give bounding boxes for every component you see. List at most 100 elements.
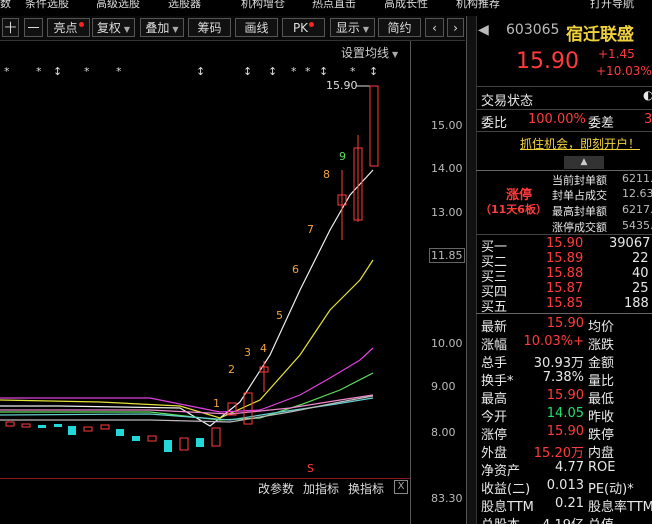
quote-label: 涨幅 [481,338,508,353]
draw-line-button[interactable]: 画线 [235,18,278,37]
quote-label: 金额 [588,356,615,371]
quote-label: 最新 [481,320,508,335]
swap-indicator-button[interactable]: 换指标 [348,480,384,497]
trade-status-label: 交易状态 [481,94,534,109]
quote-value: 15.90 [546,424,584,439]
chevron-left-icon: ‹ [432,21,437,35]
ma-magenta [0,347,374,413]
quote-label: 最高 [481,392,508,407]
close-indicator-button[interactable]: X [394,480,408,494]
chevron-down-icon: ▼ [362,25,370,34]
notification-dot-icon [309,22,315,27]
arrow-icon: ↕ [53,65,62,78]
menu-item[interactable]: 数 [0,0,11,9]
current-price-axis-tag: 11.85 [429,248,465,263]
quote-label: 最低 [588,392,615,407]
concise-button[interactable]: 简约 [378,18,421,37]
moving-averages [0,169,374,427]
menu-item-open-nav[interactable]: 打开导航 [590,0,634,9]
svg-text:3: 3 [244,346,251,359]
change-params-button[interactable]: 改参数 [258,480,294,497]
svg-text:5: 5 [276,309,283,322]
indicator-value: 83.30 [431,492,463,505]
menu-item[interactable]: 条件选股 [25,0,69,9]
svg-text:4: 4 [260,342,267,355]
ma-yellow [0,259,374,419]
star-icon: * [4,65,10,78]
adjust-button[interactable]: 复权 ▼ [92,18,135,37]
menu-item[interactable]: 机构推荐 [456,0,500,9]
add-indicator-button[interactable]: 加指标 [303,480,339,497]
menu-item[interactable]: 热点直击 [312,0,356,9]
quote-label: 量比 [588,374,615,389]
toggle-icon[interactable]: ◐ [643,88,652,102]
chevron-down-icon: ▼ [123,25,131,34]
quote-value: 15.90 [546,388,584,403]
chevron-right-icon: › [453,21,458,35]
limit-up-streak: （11天6板） [480,203,547,216]
wave-labels: 1 2 3 4 5 6 7 8 9 [213,150,346,410]
high-price-label: 15.90 [326,79,358,92]
menu-item[interactable]: 机构增仓 [241,0,285,9]
stock-code: 603065 [506,22,560,38]
quote-label: 涨跌 [588,338,615,353]
quote-value: 0.21 [555,496,584,511]
star-icon: * [305,65,311,78]
quote-value: 0.013 [546,478,584,493]
quote-label: 内盘 [588,446,615,461]
quote-label: 换手* [481,374,514,389]
indicator-toolbar: 改参数 加指标 换指标 [0,478,410,497]
price-change: +1.45 [598,47,635,61]
quote-label: ROE [588,460,616,475]
overlay-button[interactable]: 叠加 ▼ [140,18,184,37]
quote-value: +10.03% [523,334,584,349]
order-diff: 3 [644,112,652,127]
svg-text:9: 9 [339,150,346,163]
quote-value: 4.77 [555,460,584,475]
quote-label: 总值 [588,514,614,524]
open-account-link[interactable]: 抓住机会，即刻开户！ [520,135,640,152]
star-icon: * [84,65,90,78]
prev-button[interactable]: ‹ [425,18,444,37]
display-button[interactable]: 显示 ▼ [330,18,375,37]
back-icon[interactable]: ◀ [478,22,489,38]
quote-label: 跌停 [588,428,615,443]
arrow-icon: ↕ [268,65,277,78]
zoom-out-button[interactable]: 一 [24,18,43,37]
star-icon: * [350,65,356,78]
collapse-icon[interactable]: ▲ [564,156,604,169]
quote-label: 总手 [481,356,508,371]
kline-chart[interactable]: * * * * ↕ ↕ ↕ ↕ * * ↕ * ↕ 15.90 1 2 3 4 … [0,41,410,481]
svg-text:1: 1 [213,397,220,410]
quote-value: 7.38% [542,370,584,385]
chart-toolbar: 十 一 亮点 复权 ▼ 叠加 ▼ 筹码 画线 PK 显示 ▼ 简约 ‹ › [0,16,465,41]
ma-gray [0,395,374,423]
menu-item[interactable]: 高级选股 [96,0,140,9]
arrow-icon: ↕ [369,65,378,78]
quote-label: PE(动)* [588,482,634,497]
svg-text:7: 7 [307,223,314,236]
quote-value: 15.20万 [533,446,584,461]
quote-label: 净资产 [481,464,521,479]
arrow-icon: ↕ [196,65,205,78]
quote-value: 15.90 [546,316,584,331]
menu-item[interactable]: 高成长性 [384,0,428,9]
star-icon: * [36,65,42,78]
pk-button[interactable]: PK [282,18,325,37]
next-button[interactable]: › [447,18,464,37]
quote-panel: ◀ 603065 宿迁联盛 15.90 +1.45 +10.03% 交易状态 ◐… [476,16,652,524]
star-icon: * [116,65,122,78]
arrow-icon: ↕ [243,65,252,78]
ma-green [0,372,374,421]
quote-label: 今开 [481,410,508,425]
top-menu-bar: 数 条件选股 高级选股 选股器 机构增仓 热点直击 高成长性 机构推荐 打开导航 [0,0,652,12]
star-icon: * [291,65,297,78]
chips-button[interactable]: 筹码 [188,18,231,37]
zoom-in-button[interactable]: 十 [2,18,19,37]
chevron-down-icon: ▼ [172,25,179,34]
quote-label: 外盘 [481,446,508,461]
quote-label: 涨停 [481,428,508,443]
quote-label: 股息TTM [481,500,534,515]
menu-item[interactable]: 选股器 [168,0,201,9]
highlight-button[interactable]: 亮点 [47,18,90,37]
